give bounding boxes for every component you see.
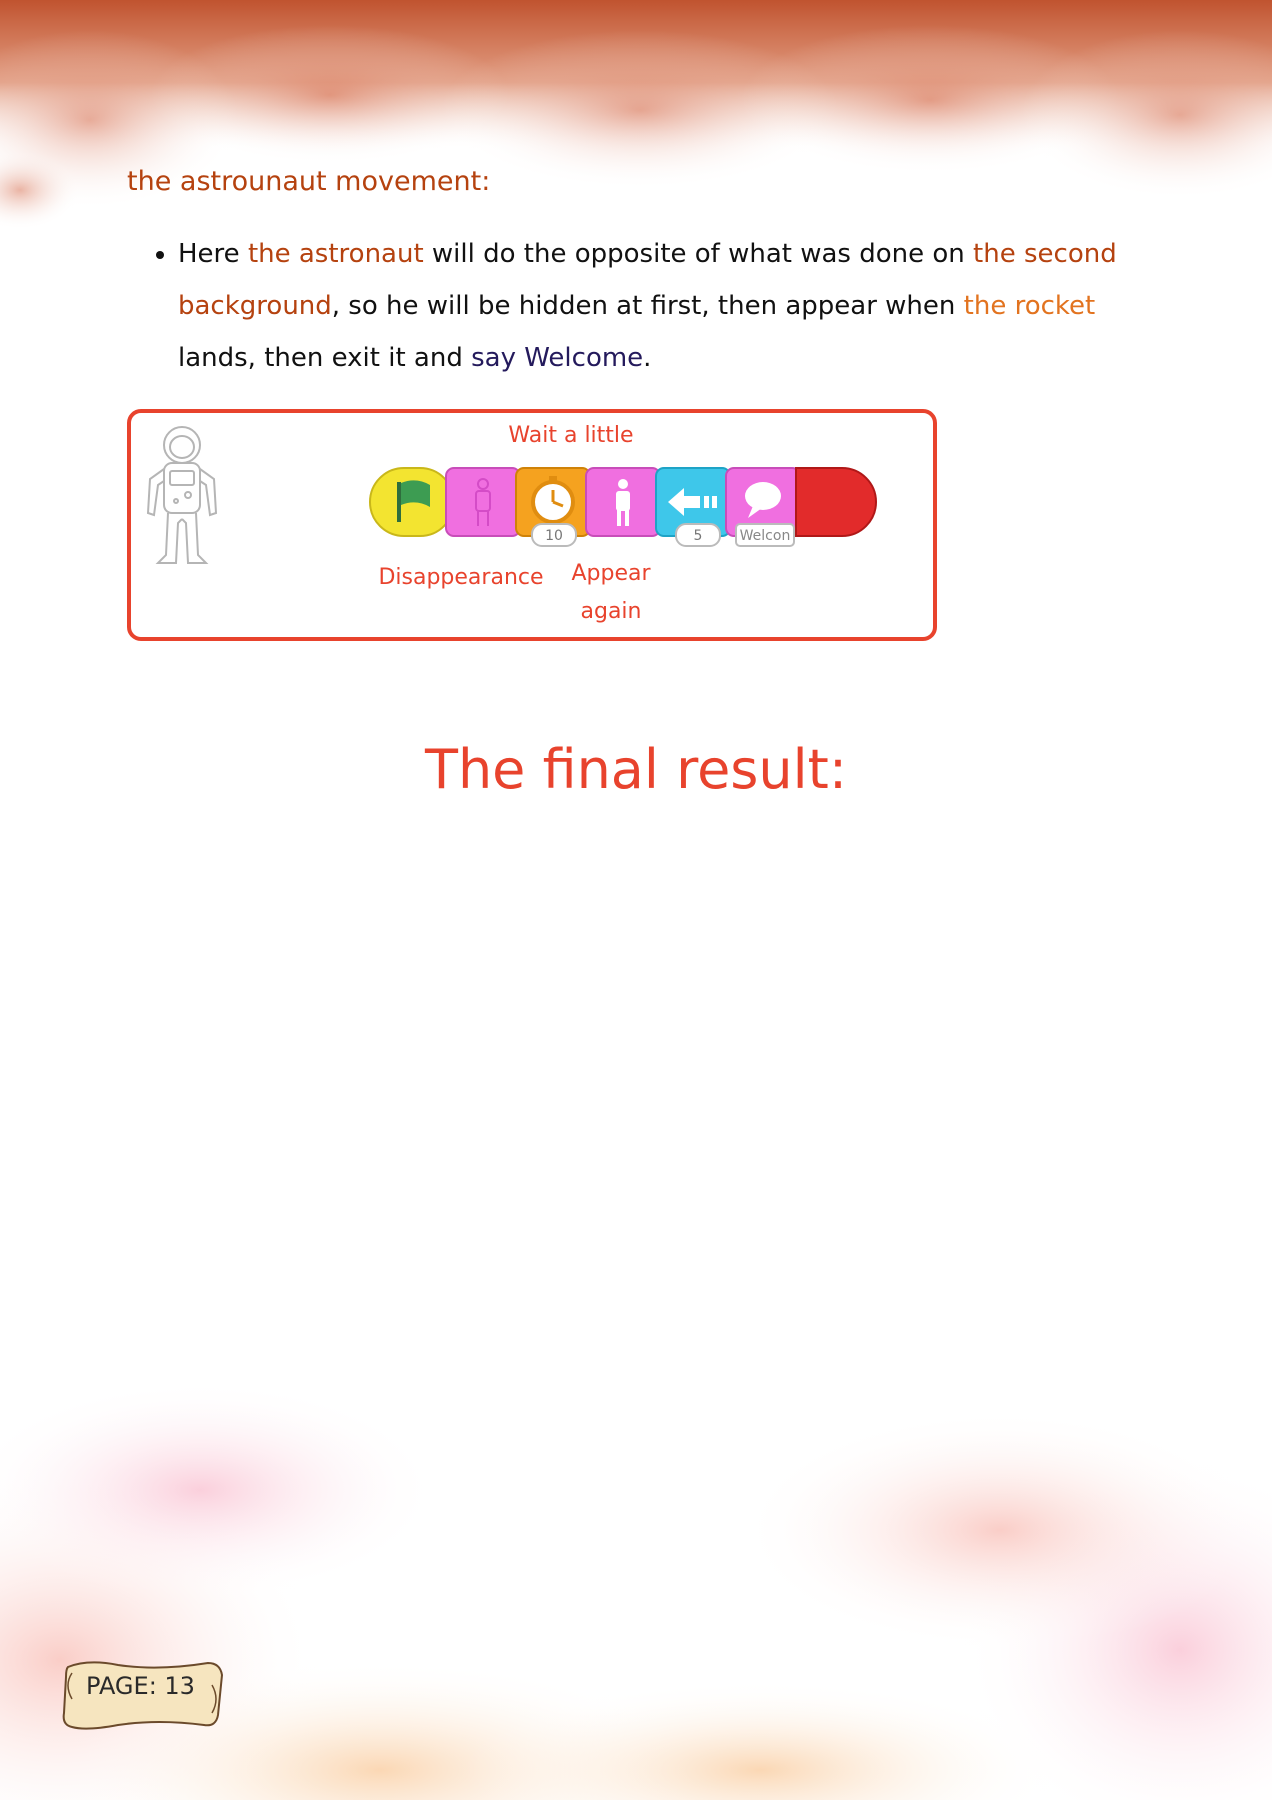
highlight-rocket: the rocket — [963, 291, 1096, 321]
astronaut-icon — [146, 426, 218, 564]
wait-block[interactable]: 10 — [515, 467, 591, 547]
highlight-say-welcome: say Welcome — [471, 343, 644, 373]
final-result-title: The final result: — [424, 738, 848, 801]
code-blocks: 10 5 Welcon — [369, 467, 877, 547]
code-example-box: Wait a little Disappearance Appear again — [127, 409, 937, 641]
appear-annotation-line: Appear — [571, 561, 651, 586]
highlight-astronaut: the astronaut — [247, 239, 424, 269]
appear-annotation-line: again — [580, 599, 642, 624]
text: . — [643, 343, 652, 373]
say-block[interactable]: Welcon — [725, 467, 801, 547]
move-value[interactable]: 5 — [694, 528, 703, 544]
end-block[interactable] — [795, 467, 877, 537]
say-value[interactable]: Welcon — [740, 528, 791, 544]
wait-value[interactable]: 10 — [545, 528, 563, 544]
disappear-annotation: Disappearance — [378, 565, 544, 590]
move-left-block[interactable]: 5 — [655, 467, 731, 547]
show-block[interactable] — [585, 467, 661, 537]
text: will do the opposite of what was done on — [423, 239, 974, 269]
text: Here — [178, 239, 248, 269]
appear-annotation: Appear again — [551, 555, 671, 631]
hide-block[interactable] — [445, 467, 521, 537]
text: , so he will be hidden at first, then ap… — [331, 291, 964, 321]
wait-annotation: Wait a little — [508, 423, 634, 448]
section-heading: the astrounaut movement: — [127, 166, 491, 197]
page-number: PAGE: 13 — [86, 1672, 195, 1700]
green-flag-block[interactable] — [369, 467, 455, 537]
text: lands, then exit it and — [178, 343, 472, 373]
instruction-item: Here the astronaut will do the opposite … — [178, 228, 1138, 384]
instruction-list: Here the astronaut will do the opposite … — [148, 228, 1138, 384]
end-block-icon — [795, 467, 877, 537]
